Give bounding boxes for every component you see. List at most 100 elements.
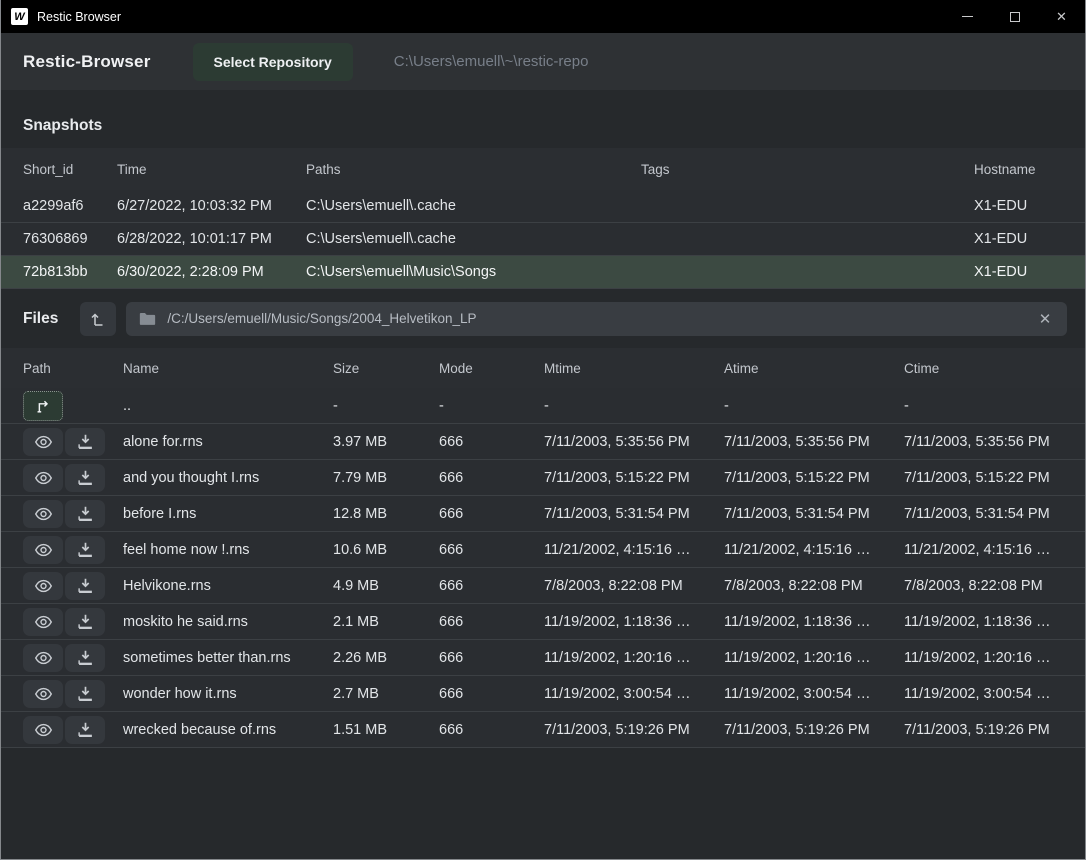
download-button[interactable]	[65, 464, 105, 492]
col-mtime: Mtime	[544, 361, 724, 376]
snapshot-paths: C:\Users\emuell\.cache	[306, 198, 641, 214]
file-mtime: -	[544, 398, 724, 414]
file-atime: 11/19/2002, 3:00:54 …	[724, 686, 904, 702]
current-path-bar[interactable]: /C:/Users/emuell/Music/Songs/2004_Helvet…	[126, 302, 1067, 336]
file-mtime: 7/11/2003, 5:19:26 PM	[544, 722, 724, 738]
file-ctime: 11/21/2002, 4:15:16 …	[904, 542, 1063, 558]
eye-icon	[34, 435, 53, 449]
file-mode: 666	[439, 470, 544, 486]
snapshot-row[interactable]: 76306869 6/28/2022, 10:01:17 PM C:\Users…	[1, 223, 1085, 256]
snapshot-hostname: X1-EDU	[974, 264, 1063, 280]
download-button[interactable]	[65, 536, 105, 564]
col-tags: Tags	[641, 162, 974, 177]
download-button[interactable]	[65, 680, 105, 708]
col-path: Path	[23, 361, 123, 376]
file-ctime: 7/8/2003, 8:22:08 PM	[904, 578, 1063, 594]
download-button[interactable]	[65, 572, 105, 600]
window-title: Restic Browser	[37, 10, 121, 24]
minimize-button[interactable]	[944, 0, 991, 33]
snapshot-hostname: X1-EDU	[974, 198, 1063, 214]
snapshot-row-selected[interactable]: 72b813bb 6/30/2022, 2:28:09 PM C:\Users\…	[1, 256, 1085, 289]
download-icon	[77, 614, 94, 629]
preview-button[interactable]	[23, 428, 63, 456]
file-row: and you thought I.rns 7.79 MB 666 7/11/2…	[1, 460, 1085, 496]
file-mtime: 11/19/2002, 1:20:16 …	[544, 650, 724, 666]
select-repository-button[interactable]: Select Repository	[193, 43, 353, 81]
col-short-id: Short_id	[23, 162, 117, 177]
file-ctime: 7/11/2003, 5:35:56 PM	[904, 434, 1063, 450]
col-size: Size	[333, 361, 439, 376]
file-row: Helvikone.rns 4.9 MB 666 7/8/2003, 8:22:…	[1, 568, 1085, 604]
file-mode: 666	[439, 722, 544, 738]
snapshot-paths: C:\Users\emuell\.cache	[306, 231, 641, 247]
download-button[interactable]	[65, 428, 105, 456]
file-ctime: 11/19/2002, 1:20:16 …	[904, 650, 1063, 666]
file-name: Helvikone.rns	[123, 578, 333, 594]
file-mode: 666	[439, 578, 544, 594]
minimize-icon	[962, 16, 973, 17]
app-title: Restic-Browser	[23, 52, 151, 72]
file-mtime: 7/11/2003, 5:31:54 PM	[544, 506, 724, 522]
file-name: moskito he said.rns	[123, 614, 333, 630]
file-size: 2.1 MB	[333, 614, 439, 630]
preview-button[interactable]	[23, 716, 63, 744]
go-parent-button[interactable]	[23, 391, 63, 421]
file-name: sometimes better than.rns	[123, 650, 333, 666]
file-name: alone for.rns	[123, 434, 333, 450]
eye-icon	[34, 579, 53, 593]
preview-button[interactable]	[23, 572, 63, 600]
file-ctime: -	[904, 398, 1063, 414]
eye-icon	[34, 651, 53, 665]
preview-button[interactable]	[23, 680, 63, 708]
file-size: 2.7 MB	[333, 686, 439, 702]
file-size: 1.51 MB	[333, 722, 439, 738]
download-button[interactable]	[65, 608, 105, 636]
file-ctime: 11/19/2002, 3:00:54 …	[904, 686, 1063, 702]
preview-button[interactable]	[23, 464, 63, 492]
close-button[interactable]: ✕	[1038, 0, 1085, 33]
preview-button[interactable]	[23, 500, 63, 528]
file-row: wonder how it.rns 2.7 MB 666 11/19/2002,…	[1, 676, 1085, 712]
preview-button[interactable]	[23, 536, 63, 564]
download-button[interactable]	[65, 716, 105, 744]
file-mtime: 7/8/2003, 8:22:08 PM	[544, 578, 724, 594]
file-size: 10.6 MB	[333, 542, 439, 558]
download-button[interactable]	[65, 644, 105, 672]
preview-button[interactable]	[23, 644, 63, 672]
col-hostname: Hostname	[974, 162, 1063, 177]
file-mtime: 7/11/2003, 5:35:56 PM	[544, 434, 724, 450]
col-mode: Mode	[439, 361, 544, 376]
titlebar-left: W Restic Browser	[1, 8, 121, 25]
file-row: moskito he said.rns 2.1 MB 666 11/19/200…	[1, 604, 1085, 640]
up-right-arrow-icon	[34, 398, 52, 414]
snapshot-row[interactable]: a2299af6 6/27/2022, 10:03:32 PM C:\Users…	[1, 190, 1085, 223]
file-mode: 666	[439, 506, 544, 522]
file-atime: 11/19/2002, 1:18:36 …	[724, 614, 904, 630]
titlebar: W Restic Browser ✕	[1, 0, 1085, 33]
wails-logo-icon: W	[11, 8, 28, 25]
file-size: 4.9 MB	[333, 578, 439, 594]
col-atime: Atime	[724, 361, 904, 376]
file-row: sometimes better than.rns 2.26 MB 666 11…	[1, 640, 1085, 676]
snapshot-paths: C:\Users\emuell\Music\Songs	[306, 264, 641, 280]
go-to-root-button[interactable]	[80, 302, 116, 336]
preview-button[interactable]	[23, 608, 63, 636]
file-atime: 7/11/2003, 5:15:22 PM	[724, 470, 904, 486]
file-name: before I.rns	[123, 506, 333, 522]
clear-icon: ✕	[1039, 310, 1052, 328]
window-controls: ✕	[944, 0, 1085, 33]
file-row: wrecked because of.rns 1.51 MB 666 7/11/…	[1, 712, 1085, 748]
download-button[interactable]	[65, 500, 105, 528]
close-icon: ✕	[1056, 9, 1067, 25]
file-mode: 666	[439, 542, 544, 558]
maximize-button[interactable]	[991, 0, 1038, 33]
download-icon	[77, 542, 94, 557]
file-mode: 666	[439, 614, 544, 630]
snapshot-short-id: 72b813bb	[23, 264, 117, 280]
file-atime: 7/8/2003, 8:22:08 PM	[724, 578, 904, 594]
clear-path-button[interactable]: ✕	[1033, 307, 1057, 331]
file-mode: 666	[439, 650, 544, 666]
col-time: Time	[117, 162, 306, 177]
parent-directory-row: .. - - - - -	[1, 388, 1085, 424]
snapshot-hostname: X1-EDU	[974, 231, 1063, 247]
